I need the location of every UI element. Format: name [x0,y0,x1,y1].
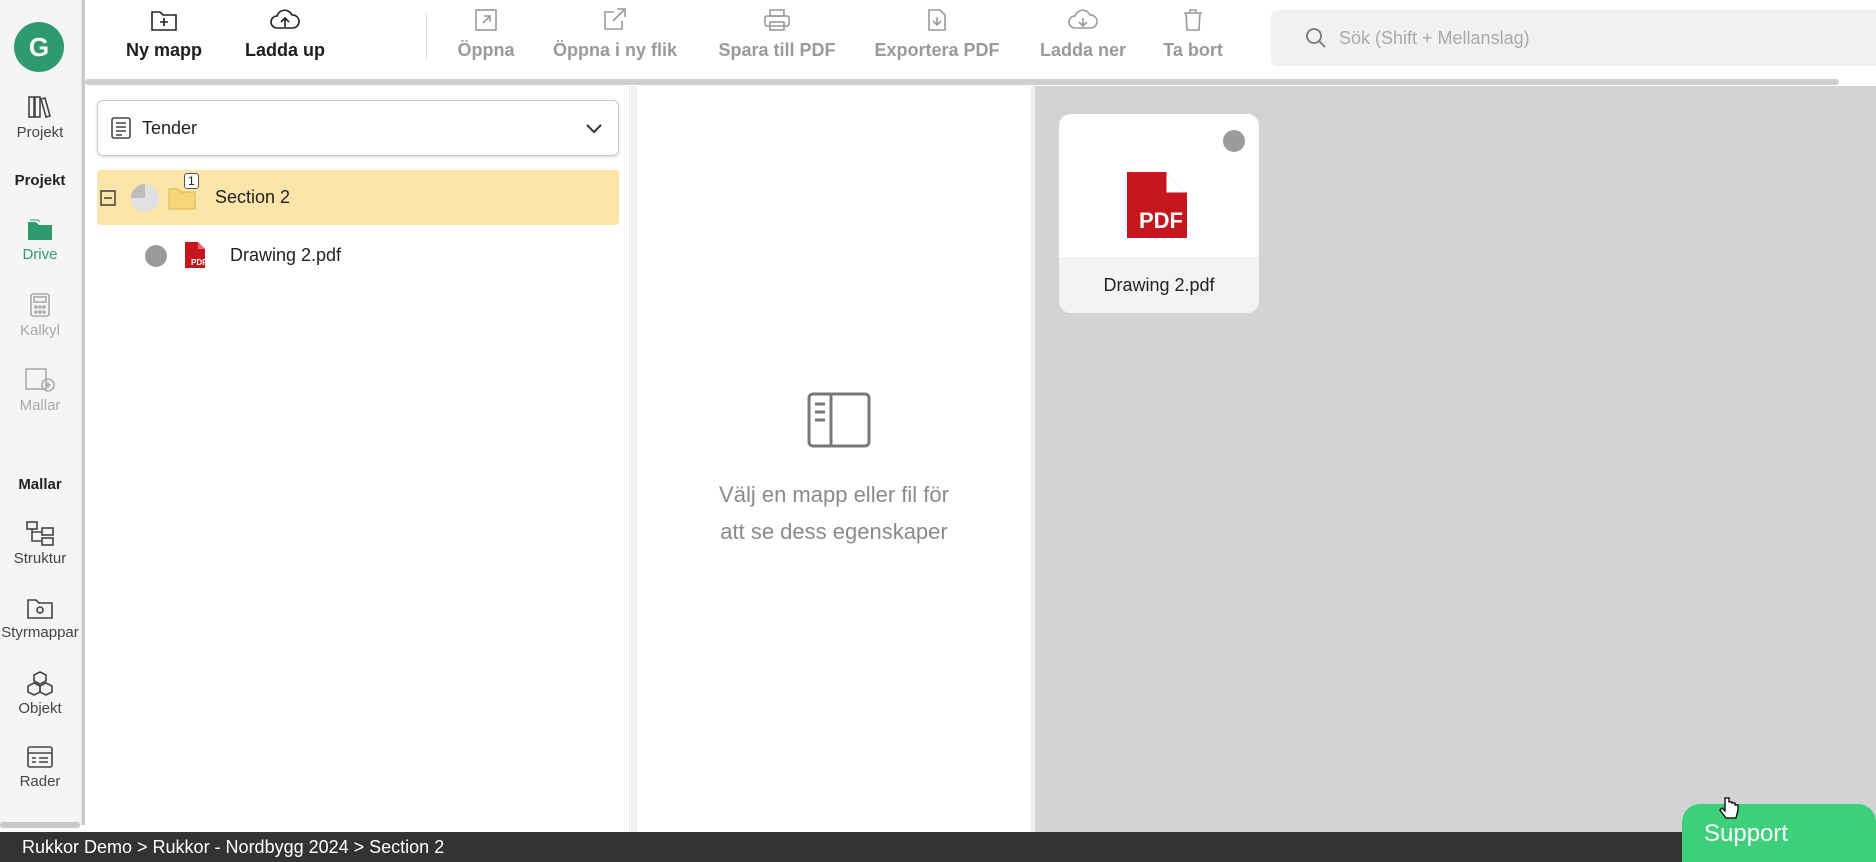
rail-item-label: Mallar [19,397,61,414]
save-pdf-button[interactable]: Spara till PDF [707,8,847,61]
document-list-icon [111,117,131,139]
folder-icon [168,188,196,210]
search-input[interactable]: Sök (Shift + Mellanslag) [1271,10,1876,66]
toolbar-scrollbar[interactable] [85,79,1839,85]
pdf-icon-text: PDF [1139,208,1183,233]
cloud-upload-icon [270,9,300,29]
file-status-dot [145,245,167,267]
rail-item-styrmappar[interactable]: Styrmappar [0,596,80,641]
file-grid-panel: PDF Drawing 2.pdf [1035,86,1876,832]
status-pie-icon [131,184,159,212]
left-rail: G Projekt Projekt Drive Kalkyl Mallar Ma… [0,0,82,828]
cloud-download-icon [1068,9,1098,29]
rail-item-label: Styrmappar [1,624,79,641]
save-pdf-label: Spara till PDF [718,40,836,60]
open-button[interactable]: Öppna [447,8,525,61]
file-card-status-dot[interactable] [1223,130,1245,152]
template-icon [25,368,55,392]
folder-tree-panel: Tender 1 Section 2 PDF Drawing 2.pdf [85,86,630,832]
file-card-name: Drawing 2.pdf [1059,257,1259,313]
delete-button[interactable]: Ta bort [1157,8,1229,61]
calculator-icon [30,293,50,317]
open-label: Öppna [457,40,515,60]
rail-item-label: Drive [22,246,58,263]
tree-folder-row[interactable]: 1 Section 2 [97,170,619,225]
rail-item-rader[interactable]: Rader [0,745,80,790]
upload-button[interactable]: Ladda up [227,8,343,61]
pdf-file-icon: PDF [1127,172,1187,238]
folder-icon [28,219,52,240]
collapse-icon[interactable] [100,190,116,206]
books-icon [28,96,51,118]
rail-item-kalkyl[interactable]: Kalkyl [0,292,80,339]
upload-label: Ladda up [245,40,325,60]
file-card[interactable]: PDF Drawing 2.pdf [1059,114,1259,313]
hand-cursor-icon [1719,797,1739,819]
trash-icon [1184,9,1202,31]
folder-count-badge: 1 [184,173,199,189]
tree-selector-value: Tender [142,117,198,138]
folder-gear-icon [27,599,53,619]
rail-heading-mallar: Mallar [18,476,62,493]
pdf-file-icon: PDF [185,242,207,268]
rail-item-label: Projekt [16,124,64,141]
rail-item-label: Rader [19,773,61,790]
folder-plus-icon [151,11,177,31]
support-button[interactable]: Support [1682,804,1876,862]
rail-item-label: Objekt [18,700,62,717]
properties-empty-line2: att se dess egenskaper [720,519,948,544]
download-button[interactable]: Ladda ner [1035,8,1131,61]
user-avatar[interactable]: G [14,22,64,72]
rows-icon [27,746,53,768]
rail-heading-projekt: Projekt [14,172,66,189]
export-pdf-label: Exportera PDF [874,40,1000,60]
new-folder-label: Ny mapp [125,40,203,60]
toolbar: Ny mapp Ladda up Öppna Öppna i ny flik S… [85,0,1876,80]
rail-item-drive[interactable]: Drive [0,218,80,263]
properties-empty-message: Välj en mapp eller fil för att se dess e… [637,476,1031,550]
delete-label: Ta bort [1163,40,1223,60]
download-label: Ladda ner [1039,40,1127,60]
rail-item-label: Kalkyl [19,322,60,339]
rail-item-objekt[interactable]: Objekt [0,670,80,717]
search-placeholder: Sök (Shift + Mellanslag) [1339,27,1530,48]
open-new-tab-label: Öppna i ny flik [552,40,677,60]
file-download-icon [928,9,946,31]
printer-icon [764,9,790,31]
export-pdf-button[interactable]: Exportera PDF [872,8,1002,61]
properties-panel: Välj en mapp eller fil för att se dess e… [631,86,1035,832]
cubes-icon [27,671,53,696]
tree-selector-dropdown[interactable]: Tender [97,100,619,156]
rail-item-struktur[interactable]: Struktur [0,520,80,567]
open-new-tab-button[interactable]: Öppna i ny flik [547,8,683,61]
tree-folder-name: Section 2 [215,187,291,207]
toolbar-separator [426,14,427,60]
rail-item-projekt[interactable]: Projekt [0,94,80,141]
new-folder-button[interactable]: Ny mapp [114,8,214,61]
tree-file-row[interactable]: PDF Drawing 2.pdf [97,228,619,283]
open-icon [475,9,497,31]
chevron-down-icon [586,124,602,134]
rail-item-label: Struktur [13,550,67,567]
breadcrumb: Rukkor Demo > Rukkor - Nordbygg 2024 > S… [0,832,1876,862]
properties-empty-line1: Välj en mapp eller fil för [719,482,949,507]
tree-file-name: Drawing 2.pdf [230,245,342,265]
sidebar-panel-icon [807,392,871,448]
external-link-icon [604,8,626,30]
pdf-icon-text: PDF [191,258,207,267]
search-icon [1306,28,1326,48]
rail-item-mallar[interactable]: Mallar [0,367,80,414]
rail-horizontal-scrollbar[interactable] [0,822,80,828]
structure-icon [26,521,54,546]
